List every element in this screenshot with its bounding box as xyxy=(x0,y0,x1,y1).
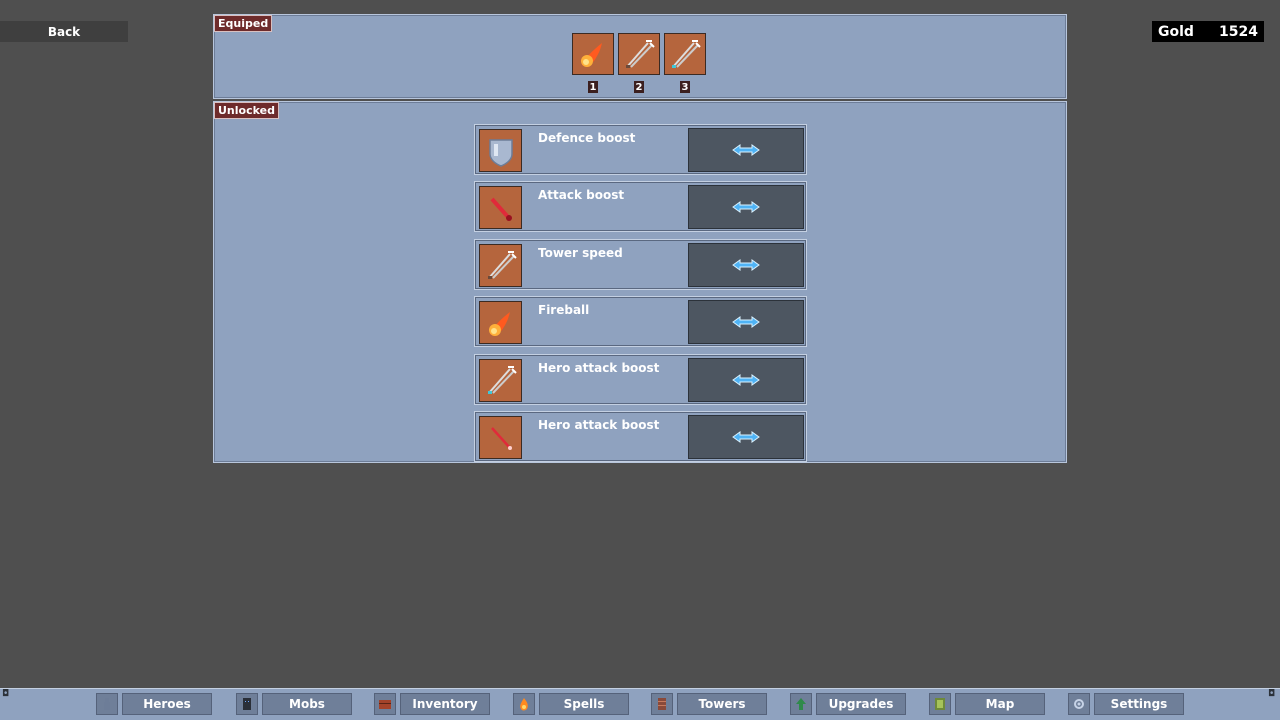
nav-label: Settings xyxy=(1094,693,1184,715)
equipped-slot-2: 2 xyxy=(618,33,660,93)
nav-label: Towers xyxy=(677,693,767,715)
spell-name: Attack boost xyxy=(538,188,625,203)
nav-label: Upgrades xyxy=(816,693,906,715)
equip-button[interactable] xyxy=(688,128,804,172)
arrows-icon xyxy=(487,366,517,395)
equip-button[interactable] xyxy=(688,185,804,230)
nav-settings[interactable]: Settings xyxy=(1068,693,1184,715)
equipped-label: Equiped xyxy=(214,15,273,32)
nav-label: Spells xyxy=(539,693,629,715)
swap-arrows-icon xyxy=(732,258,760,271)
mob-icon xyxy=(236,693,258,715)
gear-icon xyxy=(1068,693,1090,715)
flame-icon xyxy=(513,693,535,715)
spell-row-attack-boost: Attack boost xyxy=(474,181,807,233)
bottom-nav-bar: ◘ ◘ Heroes Mobs Inventory Spells Towers xyxy=(0,688,1280,720)
nav-map[interactable]: Map xyxy=(929,693,1045,715)
spell-row-fireball: Fireball xyxy=(474,296,807,348)
nav-label: Map xyxy=(955,693,1045,715)
hero-icon xyxy=(96,693,118,715)
spell-name: Tower speed xyxy=(538,245,623,260)
swap-arrows-icon xyxy=(732,144,760,156)
swap-arrows-icon xyxy=(732,201,760,214)
tower-icon xyxy=(651,693,673,715)
swap-arrows-icon xyxy=(732,316,760,329)
nav-mobs[interactable]: Mobs xyxy=(236,693,352,715)
red-sword-icon xyxy=(490,197,512,221)
red-wand-icon xyxy=(490,427,512,451)
swap-arrows-icon xyxy=(732,430,760,443)
swap-arrows-icon xyxy=(732,373,760,386)
spell-row-hero-attack-boost-2: Hero attack boost xyxy=(474,410,807,462)
spell-name: Fireball xyxy=(538,303,590,318)
spell-row-defence-boost: Defence boost xyxy=(474,124,807,175)
slot-number: 3 xyxy=(680,81,690,93)
equip-button[interactable] xyxy=(688,300,804,345)
gold-label: Gold xyxy=(1158,23,1194,40)
equipped-slot-button[interactable] xyxy=(618,33,660,75)
arrows-icon xyxy=(487,251,517,280)
nav-inventory[interactable]: Inventory xyxy=(374,693,490,715)
equipped-slot-button[interactable] xyxy=(572,33,614,75)
spell-icon-tile xyxy=(479,415,522,459)
equip-button[interactable] xyxy=(688,414,804,459)
nav-label: Mobs xyxy=(262,693,352,715)
slot-number: 1 xyxy=(588,81,598,93)
gold-value: 1524 xyxy=(1219,23,1258,40)
spell-name: Hero attack boost xyxy=(538,360,660,375)
fireball-icon xyxy=(581,43,602,67)
nav-heroes[interactable]: Heroes xyxy=(96,693,212,715)
spell-icon-tile xyxy=(479,358,522,402)
spell-icon-tile xyxy=(479,186,522,230)
spell-icon-tile xyxy=(479,243,522,287)
equip-button[interactable] xyxy=(688,242,804,287)
back-button[interactable]: Back xyxy=(0,21,128,42)
corner-decoration-icon: ◘ xyxy=(2,689,10,699)
map-icon xyxy=(929,693,951,715)
equipped-slot-1: 1 xyxy=(572,33,614,93)
equipped-slot-button[interactable] xyxy=(664,33,706,75)
spell-icon-tile xyxy=(479,129,522,172)
nav-spells[interactable]: Spells xyxy=(513,693,629,715)
spell-name: Hero attack boost xyxy=(538,417,660,432)
gold-display: Gold 1524 xyxy=(1152,21,1264,42)
nav-label: Heroes xyxy=(122,693,212,715)
spell-icon-tile xyxy=(479,301,522,345)
chest-icon xyxy=(374,693,396,715)
shield-icon xyxy=(488,138,513,167)
nav-upgrades[interactable]: Upgrades xyxy=(790,693,906,715)
equipped-panel: Equiped 1 2 3 xyxy=(213,14,1067,99)
arrows-icon xyxy=(672,40,701,68)
arrows-icon xyxy=(626,40,655,68)
nav-label: Inventory xyxy=(400,693,490,715)
corner-decoration-icon: ◘ xyxy=(1268,689,1276,699)
unlocked-panel: Unlocked Defence boost Attack boost Towe… xyxy=(213,101,1067,463)
spell-row-tower-speed: Tower speed xyxy=(474,238,807,290)
equip-button[interactable] xyxy=(688,357,804,402)
equipped-slot-3: 3 xyxy=(664,33,706,93)
spell-row-hero-attack-boost: Hero attack boost xyxy=(474,353,807,405)
arrow-up-icon xyxy=(790,693,812,715)
fireball-icon xyxy=(488,311,510,336)
unlocked-label: Unlocked xyxy=(214,102,279,119)
nav-towers[interactable]: Towers xyxy=(651,693,767,715)
spell-list: Defence boost Attack boost Tower speed F… xyxy=(474,124,807,468)
spell-name: Defence boost xyxy=(538,131,636,145)
slot-number: 2 xyxy=(634,81,644,93)
equipped-slots: 1 2 3 xyxy=(572,33,706,93)
